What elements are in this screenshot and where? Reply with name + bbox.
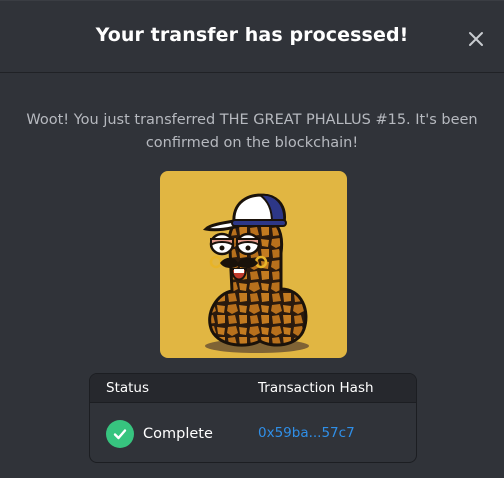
dialog-header: Your transfer has processed! [0, 1, 504, 73]
transfer-complete-dialog: Your transfer has processed! Woot! You j… [0, 0, 504, 478]
status-column-header: Status [106, 380, 150, 396]
nft-image [160, 171, 347, 358]
table-header: Status Transaction Hash [90, 374, 416, 403]
status-value: Complete [143, 426, 213, 442]
transaction-hash-link[interactable]: 0x59ba...57c7 [258, 425, 355, 441]
confirmation-message: Woot! You just transferred THE GREAT PHA… [26, 112, 478, 151]
status-cell: Complete [106, 420, 213, 448]
transaction-table: Status Transaction Hash Complete 0x59ba.… [89, 373, 417, 463]
hash-column-header: Transaction Hash [258, 380, 374, 396]
close-icon[interactable] [466, 29, 486, 49]
check-circle-icon [106, 420, 134, 448]
dialog-title: Your transfer has processed! [95, 24, 409, 46]
